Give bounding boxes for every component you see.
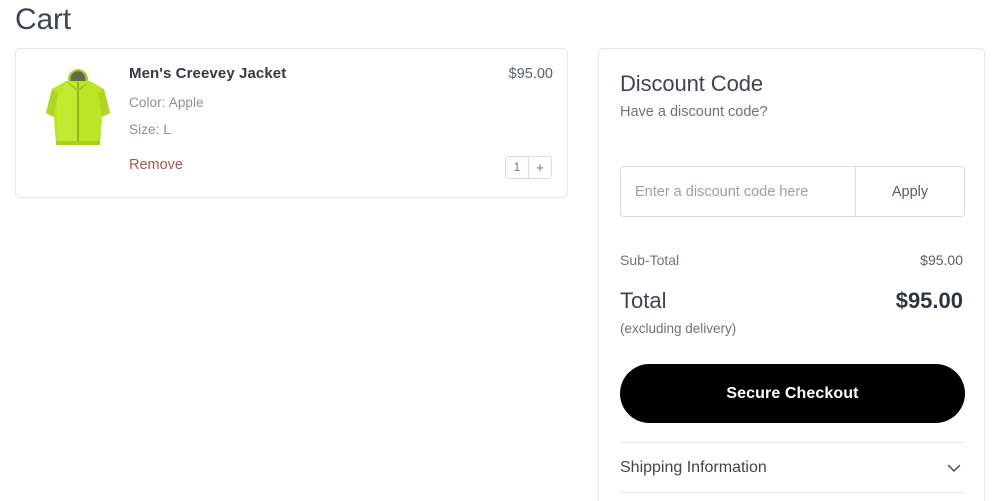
total-label: Total xyxy=(620,288,667,313)
discount-code-row: Apply xyxy=(620,166,965,217)
order-summary-inner: Discount Code Have a discount code? Appl… xyxy=(620,49,965,501)
product-name[interactable]: Men's Creevey Jacket xyxy=(129,65,286,82)
discount-code-heading: Discount Code xyxy=(620,71,763,96)
discount-code-input[interactable] xyxy=(621,167,855,216)
apply-discount-button[interactable]: Apply xyxy=(855,167,964,216)
subtotal-row: Sub-Total $95.00 xyxy=(620,252,963,268)
remove-item-link[interactable]: Remove xyxy=(129,157,183,173)
chevron-down-icon xyxy=(945,459,963,477)
page-title: Cart xyxy=(15,3,71,36)
product-attribute-color: Color: Apple xyxy=(129,95,204,110)
product-attribute-size: Size: L xyxy=(129,122,171,137)
shipping-information-accordion[interactable]: Shipping Information xyxy=(620,442,965,493)
total-value: $95.00 xyxy=(895,288,963,313)
product-thumbnail xyxy=(30,59,126,159)
discount-code-subtitle: Have a discount code? xyxy=(620,104,768,120)
cart-page: Cart Men's Creevey Jacket $95.00 Color: … xyxy=(0,0,1000,501)
quantity-increment-button[interactable]: + xyxy=(528,157,551,178)
secure-checkout-button[interactable]: Secure Checkout xyxy=(620,364,965,423)
quantity-value[interactable]: 1 xyxy=(506,157,528,178)
cart-item-card: Men's Creevey Jacket $95.00 Color: Apple… xyxy=(15,48,568,198)
green-jacket-image xyxy=(46,69,110,145)
subtotal-value: $95.00 xyxy=(920,252,963,268)
subtotal-label: Sub-Total xyxy=(620,252,680,268)
total-note: (excluding delivery) xyxy=(620,321,737,336)
total-row: Total $95.00 xyxy=(620,288,963,314)
quantity-stepper[interactable]: 1 + xyxy=(505,156,552,179)
order-summary-panel: Discount Code Have a discount code? Appl… xyxy=(598,48,985,501)
product-price: $95.00 xyxy=(508,66,553,82)
shipping-information-label: Shipping Information xyxy=(620,458,767,476)
